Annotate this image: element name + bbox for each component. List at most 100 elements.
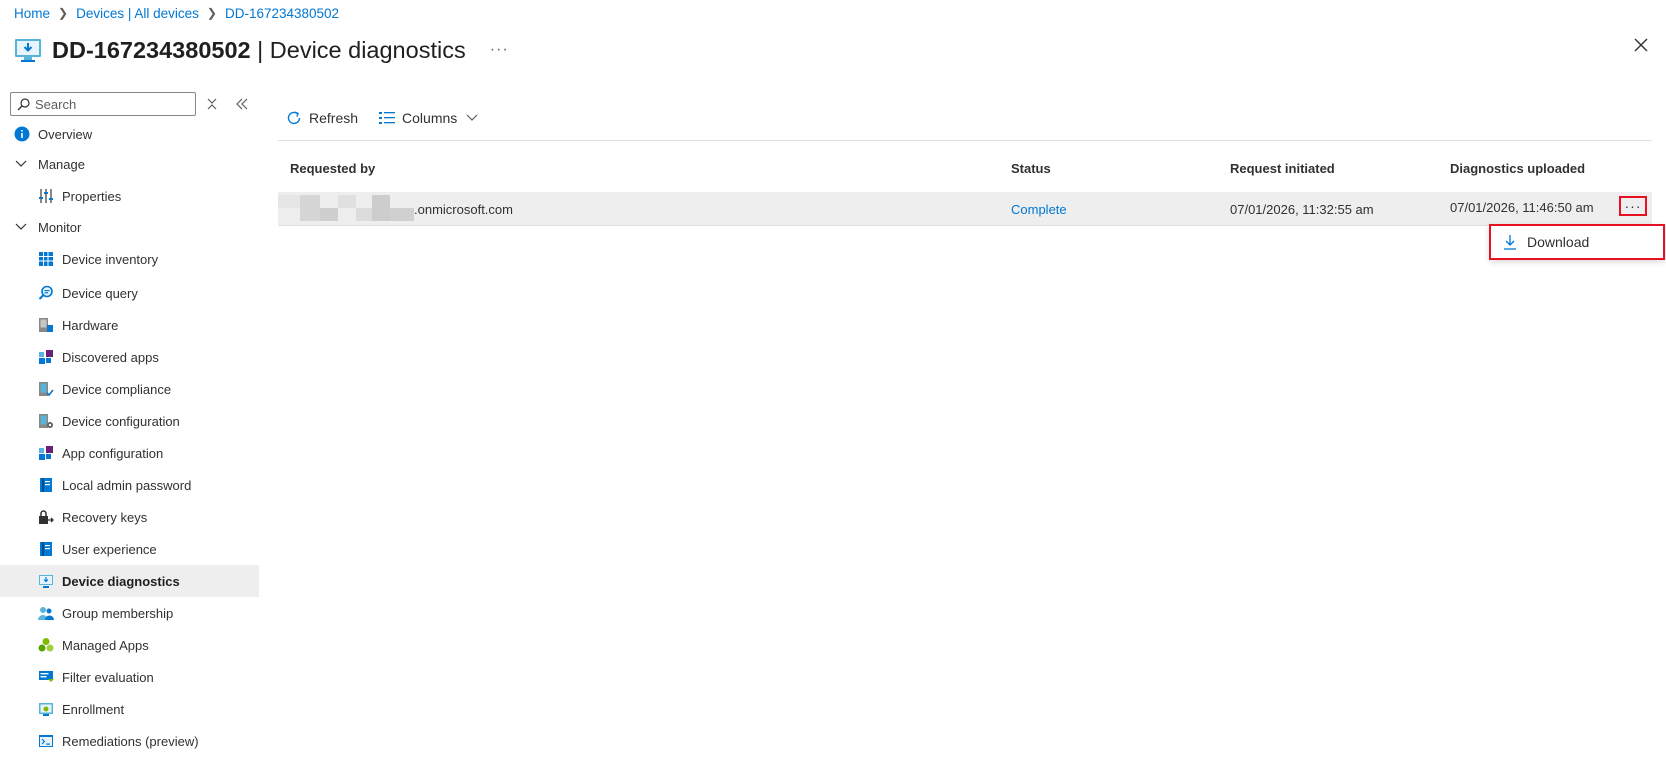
toolbar-divider	[278, 140, 1652, 141]
requested-by-cell: .onmicrosoft.com	[414, 202, 513, 217]
managed-apps-icon	[38, 638, 54, 652]
clear-filter-icon[interactable]	[204, 96, 220, 112]
sidebar-item-label: App configuration	[62, 445, 164, 461]
request-initiated-cell: 07/01/2026, 11:32:55 am	[1230, 202, 1374, 217]
sidebar-item-properties[interactable]: Properties	[0, 179, 259, 213]
redacted-username	[278, 195, 418, 221]
sidebar-item-device-diagnostics[interactable]: Device diagnostics	[0, 565, 259, 597]
close-icon[interactable]	[1630, 34, 1652, 56]
row-more-actions-button[interactable]: ···	[1619, 196, 1647, 216]
sidebar-item-managed-apps[interactable]: Managed Apps	[0, 629, 259, 661]
columns-icon	[379, 112, 396, 124]
sidebar-item-label: Properties	[62, 188, 122, 204]
info-icon	[14, 126, 30, 142]
sidebar-item-label: Local admin password	[62, 477, 192, 493]
page-title-suffix: | Device diagnostics	[250, 36, 466, 63]
sidebar-group-monitor[interactable]: Monitor	[0, 213, 259, 241]
sidebar-item-label: Managed Apps	[62, 637, 149, 653]
notebook-icon	[40, 478, 52, 492]
device-diagnostics-icon	[39, 575, 53, 588]
filter-icon	[39, 671, 54, 682]
refresh-icon	[287, 111, 301, 125]
sidebar-item-discovered-apps[interactable]: Discovered apps	[0, 341, 259, 373]
sidebar-item-remediations[interactable]: Remediations (preview)	[0, 725, 259, 757]
sidebar-item-label: User experience	[62, 541, 157, 557]
search-icon	[17, 97, 30, 110]
collapse-sidebar-icon[interactable]	[234, 96, 250, 112]
sidebar-item-label: Recovery keys	[62, 509, 148, 525]
sidebar-item-user-experience[interactable]: User experience	[0, 533, 259, 565]
nav-menu: Overview Manage Properties Monitor Devic…	[0, 119, 259, 757]
hardware-icon	[39, 318, 53, 332]
chevron-down-icon	[466, 114, 478, 121]
page-title: DD-167234380502 | Device diagnostics	[52, 37, 466, 64]
query-icon	[38, 285, 53, 300]
sidebar-item-group-membership[interactable]: Group membership	[0, 597, 259, 629]
sidebar-item-recovery-keys[interactable]: Recovery keys	[0, 501, 259, 533]
breadcrumb-device[interactable]: DD-167234380502	[225, 6, 339, 21]
chevron-right-icon: ❯	[206, 6, 217, 20]
command-bar: Refresh Columns	[285, 106, 505, 130]
sidebar-item-local-admin-password[interactable]: Local admin password	[0, 469, 259, 501]
more-options-button[interactable]: ···	[490, 41, 509, 59]
column-header-diagnostics-uploaded[interactable]: Diagnostics uploaded	[1450, 161, 1585, 176]
chevron-right-icon: ❯	[58, 6, 69, 20]
sidebar-item-enrollment[interactable]: Enrollment	[0, 693, 259, 725]
breadcrumb-all-devices[interactable]: Devices | All devices	[76, 6, 199, 21]
sidebar-item-label: Overview	[38, 126, 93, 142]
refresh-label: Refresh	[309, 110, 359, 126]
search-box[interactable]	[10, 92, 196, 116]
diagnostics-uploaded-cell: 07/01/2026, 11:46:50 am	[1450, 200, 1594, 215]
columns-button[interactable]: Columns	[378, 109, 485, 127]
column-header-request-initiated[interactable]: Request initiated	[1230, 161, 1335, 176]
sidebar-item-filter-evaluation[interactable]: Filter evaluation	[0, 661, 259, 693]
sidebar-item-overview[interactable]: Overview	[0, 119, 259, 149]
page-title-device: DD-167234380502	[52, 36, 251, 63]
grid-icon	[39, 252, 53, 266]
lock-icon	[39, 510, 54, 524]
columns-label: Columns	[402, 110, 458, 126]
search-input[interactable]	[35, 96, 185, 112]
sidebar-item-label: Device diagnostics	[62, 573, 180, 589]
apps-icon	[39, 350, 53, 364]
download-label: Download	[1527, 234, 1590, 250]
sidebar-item-label: Device compliance	[62, 381, 172, 397]
sidebar-group-label: Monitor	[38, 219, 82, 235]
sidebar-item-label: Discovered apps	[62, 349, 159, 365]
column-header-requested-by[interactable]: Requested by	[290, 161, 375, 176]
sidebar-item-label: Device query	[62, 285, 138, 301]
compliance-icon	[39, 382, 54, 397]
sidebar-item-label: Filter evaluation	[62, 669, 154, 685]
sidebar-item-device-inventory[interactable]: Device inventory	[0, 241, 259, 277]
enrollment-icon	[39, 703, 53, 716]
sidebar: Overview Manage Properties Monitor Devic…	[0, 92, 259, 770]
context-menu-download[interactable]: Download	[1489, 224, 1665, 260]
chevron-down-icon	[15, 223, 27, 230]
breadcrumb-home[interactable]: Home	[14, 6, 50, 21]
configuration-icon	[39, 414, 53, 428]
sidebar-item-label: Enrollment	[62, 701, 125, 717]
sidebar-item-device-configuration[interactable]: Device configuration	[0, 405, 259, 437]
table-header: Requested by Status Request initiated Di…	[0, 161, 1666, 179]
device-diagnostics-icon	[15, 39, 41, 62]
page-header: DD-167234380502 | Device diagnostics ···	[14, 30, 509, 70]
terminal-icon	[39, 735, 53, 747]
download-icon	[1504, 235, 1516, 250]
sidebar-item-hardware[interactable]: Hardware	[0, 309, 259, 341]
sidebar-item-label: Device configuration	[62, 413, 180, 429]
properties-icon	[39, 189, 53, 203]
group-icon	[38, 607, 54, 620]
breadcrumb: Home ❯ Devices | All devices ❯ DD-167234…	[14, 4, 339, 22]
sidebar-item-label: Remediations (preview)	[62, 733, 199, 749]
sidebar-item-app-configuration[interactable]: App configuration	[0, 437, 259, 469]
apps-icon	[39, 446, 53, 460]
sidebar-item-device-query[interactable]: Device query	[0, 277, 259, 309]
column-header-status[interactable]: Status	[1011, 161, 1051, 176]
sidebar-item-label: Group membership	[62, 605, 174, 621]
refresh-button[interactable]: Refresh	[285, 109, 358, 127]
sidebar-item-device-compliance[interactable]: Device compliance	[0, 373, 259, 405]
notebook-icon	[40, 542, 52, 556]
sidebar-item-label: Device inventory	[62, 251, 159, 267]
table-row[interactable]: .onmicrosoft.com Complete 07/01/2026, 11…	[278, 192, 1652, 226]
status-link[interactable]: Complete	[1011, 202, 1067, 217]
